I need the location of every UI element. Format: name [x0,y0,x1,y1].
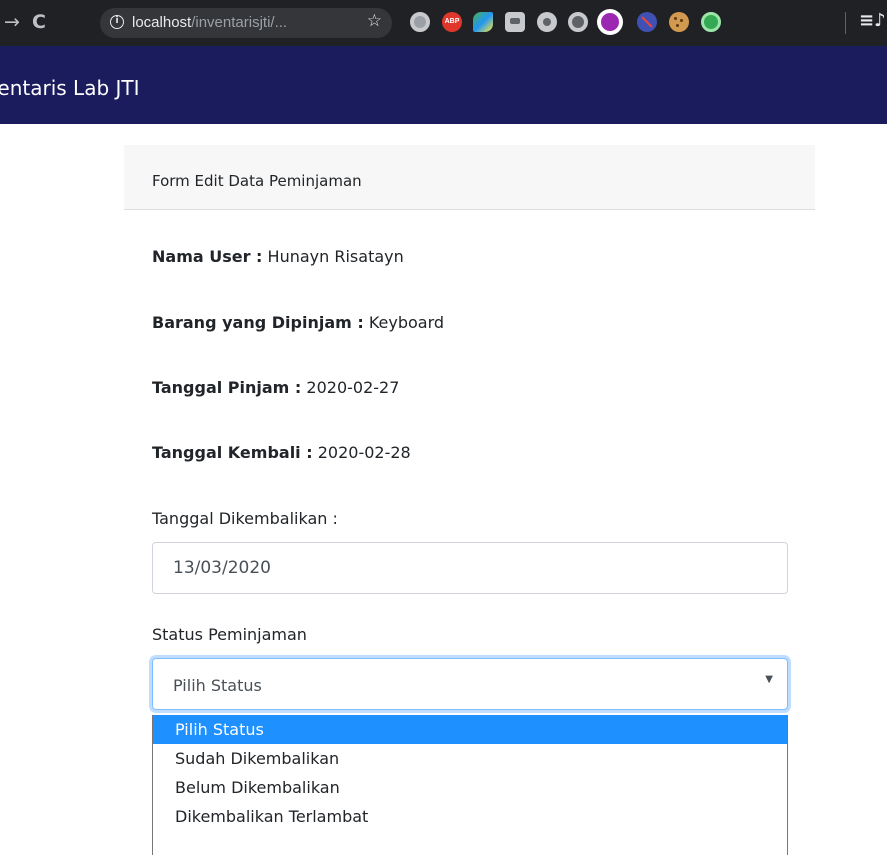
returned-date-value: 13/03/2020 [173,558,271,578]
app-navbar: Inventaris Lab JTI [0,46,887,124]
pin-extension-icon[interactable] [537,12,557,32]
ring-extension-icon[interactable] [568,12,588,32]
adblock-extension-icon[interactable]: ABP [442,12,462,32]
forward-arrow-icon[interactable]: → [0,10,24,34]
returned-date-label: Tanggal Dikembalikan : [152,509,338,528]
borrow-date-value: 2020-02-27 [306,378,400,397]
url-host: localhost [132,14,192,31]
cookie-extension-icon[interactable] [669,12,689,32]
url-path: /inventarisjti/... [191,14,288,31]
card-header: Form Edit Data Peminjaman [124,145,815,210]
reload-icon[interactable]: C [27,10,51,34]
url-text: localhost/inventarisjti/... [132,14,287,31]
info-borrow-date: Tanggal Pinjam : 2020-02-27 [152,378,399,397]
chevron-down-icon: ▼ [765,674,773,685]
status-option-terlambat[interactable]: Dikembalikan Terlambat [153,802,787,831]
returned-date-input[interactable]: 13/03/2020 [152,542,788,594]
info-item: Barang yang Dipinjam : Keyboard [152,313,444,332]
toolbar-divider [845,12,846,34]
browser-toolbar: → C i localhost/inventarisjti/... ☆ ABP … [0,0,887,46]
status-select[interactable]: Pilih Status ▼ [152,658,788,710]
media-control-icon[interactable]: ≡♪ [859,10,886,31]
color-extension-icon[interactable] [473,12,493,32]
status-option-sudah[interactable]: Sudah Dikembalikan [153,744,787,773]
borrow-date-label: Tanggal Pinjam : [152,378,302,397]
site-info-icon[interactable]: i [110,15,124,29]
info-due-date: Tanggal Kembali : 2020-02-28 [152,443,411,462]
status-option-pilih[interactable]: Pilih Status [153,715,787,744]
status-option-belum[interactable]: Belum Dikembalikan [153,773,787,802]
user-label: Nama User : [152,247,263,266]
info-user: Nama User : Hunayn Risatayn [152,247,404,266]
globe-extension-icon[interactable] [410,12,430,32]
green-extension-icon[interactable] [701,12,721,32]
item-label: Barang yang Dipinjam : [152,313,364,332]
chat-extension-icon[interactable] [505,12,525,32]
purple-extension-icon[interactable] [597,9,623,35]
status-dropdown-list: Pilih Status Sudah Dikembalikan Belum Di… [152,715,788,855]
navbar-brand[interactable]: Inventaris Lab JTI [0,76,140,100]
status-label: Status Peminjaman [152,625,307,644]
due-date-value: 2020-02-28 [317,443,411,462]
address-bar[interactable]: i localhost/inventarisjti/... ☆ [100,8,392,38]
bookmark-star-icon[interactable]: ☆ [367,11,382,31]
edit-form-card: Form Edit Data Peminjaman Nama User : Hu… [124,145,815,855]
status-selected-value: Pilih Status [173,676,262,695]
blocked-extension-icon[interactable] [637,12,657,32]
card-title: Form Edit Data Peminjaman [152,172,362,190]
due-date-label: Tanggal Kembali : [152,443,313,462]
item-value: Keyboard [368,313,445,332]
user-value: Hunayn Risatayn [267,247,404,266]
